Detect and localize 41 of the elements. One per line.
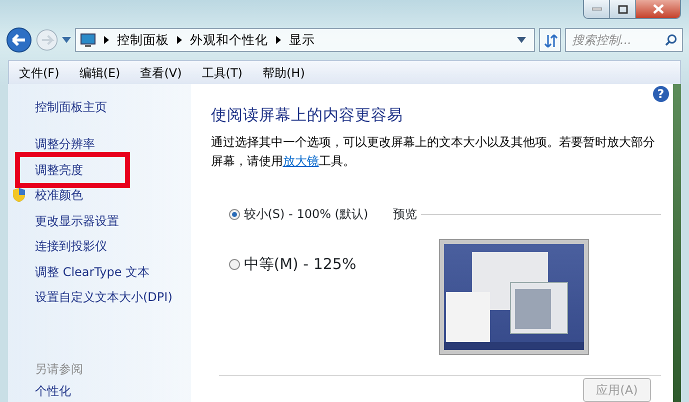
breadcrumb-link[interactable]: 外观和个性化 [190, 30, 268, 50]
description-text: 通过选择其中一个选项，可以更改屏幕上的文本大小以及其他项。若要暂时放大部分屏幕，请使用放大镜工具。 [210, 134, 656, 170]
menu-item[interactable]: 工具(T) [200, 64, 244, 82]
highlighted-sidebar-link[interactable]: 调整亮度 [15, 152, 130, 188]
magnifier-link[interactable]: 放大镜 [282, 154, 319, 168]
sidebar-link[interactable]: 设置自定义文本大小(DPI) [35, 285, 172, 310]
option-label: 较小(S) - 100% (默认) [244, 206, 368, 224]
monitor-icon [80, 32, 96, 48]
breadcrumb-link[interactable]: 控制面板 [117, 30, 169, 50]
close-icon [652, 4, 664, 14]
page-title: 使阅读屏幕上的内容更容易 [210, 105, 404, 126]
maximize-icon [618, 4, 628, 14]
chevron-icon[interactable] [276, 36, 281, 44]
menu-item[interactable]: 文件(F) [17, 64, 62, 82]
sidebar-link[interactable]: 更改显示器设置 [35, 208, 119, 233]
search-icon [665, 34, 677, 46]
radio-button[interactable] [228, 259, 240, 270]
chevron-icon[interactable] [177, 36, 182, 44]
dropdown-arrow-icon[interactable] [62, 37, 71, 43]
option-label: 中等(M) - 125% [244, 254, 356, 276]
chevron-icon[interactable] [104, 36, 109, 44]
sidebar-link[interactable]: 调整 ClearType 文本 [35, 260, 150, 284]
menu-item[interactable]: 查看(V) [138, 64, 184, 82]
sidebar-link[interactable]: 控制面板主页 [35, 94, 107, 119]
refresh-icon[interactable] [539, 28, 561, 52]
sidebar-link[interactable]: 个性化 [35, 382, 191, 402]
preview-label: 预览 [392, 206, 417, 224]
radio-button[interactable] [228, 208, 240, 220]
menu-item[interactable]: 编辑(E) [77, 64, 122, 82]
maximize-button[interactable] [610, 0, 636, 18]
sidebar-link[interactable]: 连接到投影仪 [35, 234, 107, 258]
see-also-heading: 另请参阅 [35, 361, 84, 378]
breadcrumb-link[interactable]: 显示 [289, 30, 315, 50]
minimize-icon [592, 7, 602, 11]
shield-icon [12, 186, 26, 202]
address-bar[interactable]: 控制面板 外观和个性化 显示 [75, 28, 535, 52]
dropdown-arrow-icon[interactable] [517, 37, 526, 43]
search-field[interactable]: 搜索控制... [565, 28, 683, 52]
close-button[interactable] [636, 0, 680, 18]
menu-item[interactable]: 帮助(H) [260, 64, 307, 82]
help-button[interactable]: ? [652, 86, 669, 102]
